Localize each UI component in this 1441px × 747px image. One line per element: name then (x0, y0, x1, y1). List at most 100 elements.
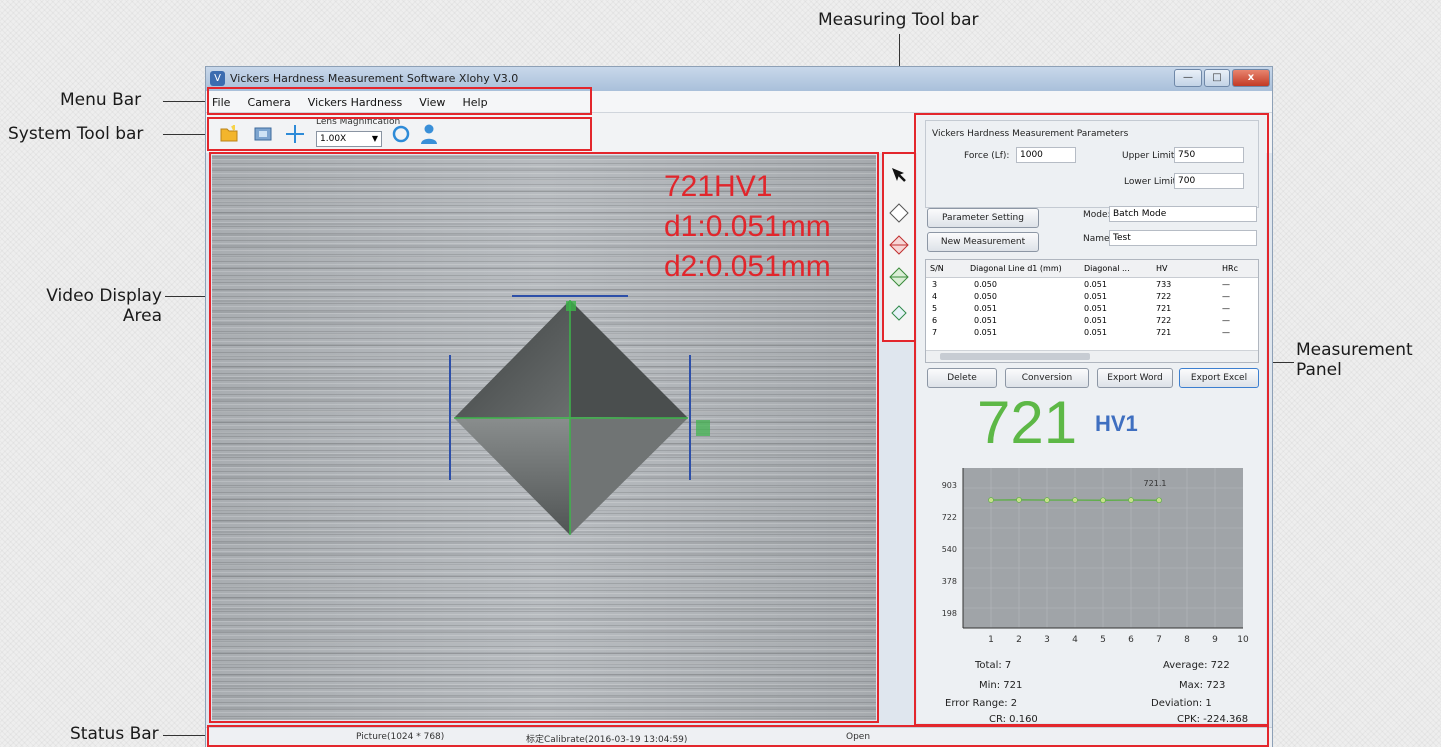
col-sn[interactable]: S/N (930, 264, 944, 273)
chart-y-tick-label: 198 (942, 609, 957, 618)
chart-x-tick-label: 7 (1156, 635, 1162, 645)
chart-y-tick-label: 722 (942, 513, 957, 522)
upper-limit-field[interactable]: 750 (1174, 147, 1244, 163)
parameters-group: Vickers Hardness Measurement Parameters … (925, 120, 1259, 208)
chart-point (1016, 497, 1022, 503)
user-icon[interactable] (418, 123, 440, 145)
status-calibrate: 标定Calibrate(2016-03-19 13:04:59) (526, 735, 688, 745)
open-file-icon[interactable] (218, 123, 240, 145)
diamond-icon[interactable] (888, 202, 910, 224)
annotation-system-tool-bar: System Tool bar (8, 124, 144, 144)
mode-field[interactable]: Batch Mode (1109, 206, 1257, 222)
new-measurement-button[interactable]: New Measurement (927, 232, 1039, 252)
status-picture: Picture(1024 * 768) (356, 732, 445, 742)
table-row[interactable]: 6 0.051 0.051 722— (926, 316, 1258, 327)
export-word-button[interactable]: Export Word (1097, 368, 1173, 388)
measurement-panel: Vickers Hardness Measurement Parameters … (917, 116, 1266, 725)
chart-y-tick-label: 378 (942, 577, 957, 586)
menu-vickers-hardness[interactable]: Vickers Hardness (302, 92, 408, 109)
calibrate-icon[interactable] (390, 123, 412, 145)
col-hrc[interactable]: HRc (1222, 264, 1238, 273)
menu-view[interactable]: View (413, 92, 451, 109)
table-row[interactable]: 5 0.051 0.051 721— (926, 304, 1258, 315)
crosshair-icon[interactable] (284, 123, 306, 145)
upper-limit-label: Upper Limit: (1122, 151, 1178, 161)
stat-max: Max: 723 (1179, 680, 1226, 691)
diamond-red-icon[interactable] (888, 234, 910, 256)
status-open: Open (846, 732, 871, 742)
chart-point (1044, 497, 1050, 503)
col-d2[interactable]: Diagonal ... (1084, 264, 1130, 273)
annotation-measurement-panel: Measurement Panel (1296, 340, 1413, 380)
table-row[interactable]: 7 0.051 0.051 721— (926, 328, 1258, 339)
parameters-title: Vickers Hardness Measurement Parameters (932, 129, 1129, 139)
video-display[interactable]: 721HV1 d1:0.051mm d2:0.051mm (212, 155, 876, 720)
annotation-menu-bar: Menu Bar (60, 90, 142, 110)
annotation-measuring-tool-bar: Measuring Tool bar (818, 10, 979, 30)
pointer-icon[interactable] (888, 164, 910, 186)
menu-help[interactable]: Help (457, 92, 494, 109)
capture-icon[interactable] (254, 125, 272, 143)
title-bar: V Vickers Hardness Measurement Software … (206, 67, 1272, 91)
parameter-setting-button[interactable]: Parameter Setting (927, 208, 1039, 228)
stat-average: Average: 722 (1163, 660, 1230, 671)
scrollbar-thumb[interactable] (940, 353, 1090, 360)
diamond-small-icon[interactable] (888, 302, 910, 324)
conversion-button[interactable]: Conversion (1005, 368, 1089, 388)
name-field[interactable]: Test (1109, 230, 1257, 246)
stat-min: Min: 721 (979, 680, 1023, 691)
col-d1[interactable]: Diagonal Line d1 (mm) (970, 264, 1062, 273)
chart-x-tick-label: 2 (1016, 635, 1022, 645)
right-handle (696, 420, 710, 436)
lower-limit-field[interactable]: 700 (1174, 173, 1244, 189)
diamond-green-icon[interactable] (888, 266, 910, 288)
chart-x-tick-label: 9 (1212, 635, 1218, 645)
measuring-toolbar (884, 154, 914, 340)
facet-top-left (454, 300, 570, 418)
hardness-value: 721 (977, 389, 1078, 456)
top-handle (566, 301, 576, 311)
chart-y-tick-label: 903 (942, 481, 957, 490)
chart-point (1128, 497, 1134, 503)
table-header: S/N Diagonal Line d1 (mm) Diagonal ... H… (926, 260, 1258, 278)
hardness-unit: HV1 (1095, 411, 1138, 436)
close-button[interactable]: x (1232, 69, 1270, 87)
hv-value: 721HV1 (664, 170, 773, 203)
facet-top-right (570, 300, 688, 418)
stat-total: Total: 7 (975, 660, 1012, 671)
chart-point (1100, 497, 1106, 504)
annotation-video-display: Video Display Area (46, 286, 162, 326)
stat-deviation: Deviation: 1 (1151, 698, 1212, 709)
facet-bottom-right (570, 417, 688, 535)
chart-y-tick-label: 540 (942, 545, 957, 554)
stat-error-range: Error Range: 2 (945, 698, 1018, 709)
d2-value: d2:0.051mm (664, 250, 831, 283)
maximize-button[interactable]: □ (1204, 69, 1230, 87)
chart-x-tick-label: 1 (988, 635, 994, 645)
table-row[interactable]: 4 0.050 0.051 722— (926, 292, 1258, 303)
menu-camera[interactable]: Camera (242, 92, 297, 109)
chart-x-tick-label: 5 (1100, 635, 1106, 645)
status-bar: Picture(1024 * 768) 标定Calibrate(2016-03-… (206, 727, 1272, 747)
minimize-button[interactable]: — (1174, 69, 1202, 87)
facet-bottom-left (454, 417, 570, 535)
col-hv[interactable]: HV (1156, 264, 1168, 273)
hardness-chart: 903 722 540 378 198 1 2 3 4 5 6 7 8 9 10 721.1 (927, 454, 1257, 654)
chart-x-tick-label: 4 (1072, 635, 1078, 645)
table-horizontal-scrollbar[interactable] (926, 350, 1258, 362)
export-excel-button[interactable]: Export Excel (1179, 368, 1259, 388)
chart-point (1156, 497, 1162, 504)
chart-x-tick-label: 8 (1184, 635, 1190, 645)
stat-cpk: CPK: -224.368 (1177, 714, 1249, 725)
app-icon: V (210, 71, 225, 86)
stat-cr: CR: 0.160 (989, 714, 1038, 725)
d1-value: d1:0.051mm (664, 210, 831, 243)
table-row[interactable]: 3 0.050 0.051 733— (926, 280, 1258, 291)
measurement-table: S/N Diagonal Line d1 (mm) Diagonal ... H… (925, 259, 1259, 363)
force-field[interactable]: 1000 (1016, 147, 1076, 163)
lens-magnification-select[interactable]: 1.00X ▼ (316, 131, 382, 147)
menu-bar: File Camera Vickers Hardness View Help (206, 91, 1272, 113)
delete-button[interactable]: Delete (927, 368, 997, 388)
menu-file[interactable]: File (206, 92, 236, 109)
chart-x-tick-label: 6 (1128, 635, 1134, 645)
